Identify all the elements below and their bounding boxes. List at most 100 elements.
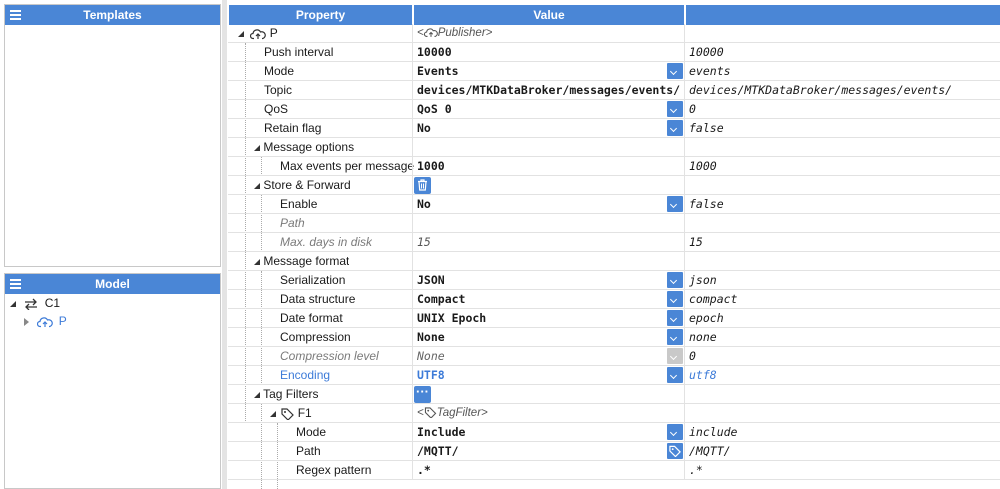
qos-select[interactable]: QoS 0 xyxy=(412,100,685,119)
grid-row-regex-pattern[interactable]: Regex pattern .* .* xyxy=(228,461,1000,480)
row-name: Mode xyxy=(296,425,327,439)
row-value xyxy=(412,385,685,404)
grid-row-store-forward[interactable]: Store & Forward xyxy=(228,176,1000,195)
chevron-down-icon[interactable] xyxy=(667,63,683,79)
enable-select[interactable]: No xyxy=(412,195,685,214)
date-format-select[interactable]: UNIX Epoch xyxy=(412,309,685,328)
grid-row-filter-mode[interactable]: Mode Include include xyxy=(228,423,1000,442)
collapse-icon[interactable] xyxy=(24,317,29,326)
chevron-down-icon[interactable] xyxy=(667,291,683,307)
row-name: Tag Filters xyxy=(254,385,318,404)
serialization-select[interactable]: JSON xyxy=(412,271,685,290)
row-name: Path xyxy=(296,444,321,458)
expand-icon[interactable] xyxy=(270,410,276,417)
grid-row-max-days[interactable]: Max. days in disk 15 15 xyxy=(228,233,1000,252)
expand-icon[interactable] xyxy=(254,144,260,151)
push-interval-input[interactable]: 10000 xyxy=(412,43,685,62)
chevron-down-icon[interactable] xyxy=(667,101,683,117)
chevron-down-icon[interactable] xyxy=(667,196,683,212)
row-raw: none xyxy=(689,330,717,344)
grid-row-mode[interactable]: Mode Events events xyxy=(228,62,1000,81)
row-name: Max. days in disk xyxy=(280,235,373,249)
max-events-input[interactable]: 1000 xyxy=(412,157,685,176)
grid-row-compression-level[interactable]: Compression level None 0 xyxy=(228,347,1000,366)
chevron-down-icon[interactable] xyxy=(667,367,683,383)
grid-row-push-interval[interactable]: Push interval 10000 10000 xyxy=(228,43,1000,62)
grid-row-enable[interactable]: Enable No false xyxy=(228,195,1000,214)
grid-row-serialization[interactable]: Serialization JSON json xyxy=(228,271,1000,290)
grid-row-qos[interactable]: QoS QoS 0 0 xyxy=(228,100,1000,119)
grid-row-message-options[interactable]: Message options xyxy=(228,138,1000,157)
grid-row-compression[interactable]: Compression None none xyxy=(228,328,1000,347)
filter-mode-select[interactable]: Include xyxy=(412,423,685,442)
menu-icon[interactable] xyxy=(10,10,21,20)
path-input[interactable] xyxy=(412,214,685,233)
grid-row-tag-filters[interactable]: Tag Filters ··· xyxy=(228,385,1000,404)
grid-row-encoding[interactable]: Encoding UTF8 utf8 xyxy=(228,366,1000,385)
templates-header: Templates xyxy=(5,5,220,25)
row-raw: 10000 xyxy=(689,45,724,59)
property-grid: P < Publisher> Push interval 10000 10000 … xyxy=(228,24,1000,489)
expand-icon[interactable] xyxy=(238,30,244,37)
row-name: Encoding xyxy=(280,368,331,382)
row-name: Mode xyxy=(264,64,295,78)
chevron-down-icon[interactable] xyxy=(667,120,683,136)
expand-icon[interactable] xyxy=(10,300,16,307)
col-header-raw[interactable] xyxy=(686,5,1000,25)
row-name: Compression xyxy=(280,330,351,344)
row-name: QoS xyxy=(264,102,289,116)
panel-splitter[interactable] xyxy=(222,0,227,489)
expand-icon[interactable] xyxy=(254,182,260,189)
expand-icon[interactable] xyxy=(254,391,260,398)
row-name: Compression level xyxy=(280,349,379,363)
row-value: < TagFilter> xyxy=(412,404,685,423)
mode-select[interactable]: Events xyxy=(412,62,685,81)
model-title: Model xyxy=(95,277,130,291)
row-name: Store & Forward xyxy=(254,176,351,195)
connection-arrows-icon xyxy=(25,298,38,311)
grid-row-root[interactable]: P < Publisher> xyxy=(228,24,1000,43)
row-name: Data structure xyxy=(280,292,356,306)
max-days-input[interactable]: 15 xyxy=(412,233,685,252)
retain-flag-select[interactable]: No xyxy=(412,119,685,138)
chevron-down-icon xyxy=(667,348,683,364)
row-raw: events xyxy=(689,64,731,78)
more-options-icon[interactable]: ··· xyxy=(414,385,431,403)
expand-icon[interactable] xyxy=(254,258,260,265)
row-raw: devices/MTKDataBroker/messages/events/ xyxy=(689,83,953,97)
row-raw: false xyxy=(689,121,724,135)
data-structure-select[interactable]: Compact xyxy=(412,290,685,309)
compression-select[interactable]: None xyxy=(412,328,685,347)
row-raw: 0 xyxy=(689,349,696,363)
grid-row-retain-flag[interactable]: Retain flag No false xyxy=(228,119,1000,138)
grid-row-filter-path[interactable]: Path /MQTT/ /MQTT/ xyxy=(228,442,1000,461)
tree-item-p[interactable]: P xyxy=(24,312,67,330)
chevron-down-icon[interactable] xyxy=(667,424,683,440)
tree-item-label: P xyxy=(58,314,67,328)
row-name: Path xyxy=(280,216,305,230)
filter-path-input[interactable]: /MQTT/ xyxy=(412,442,685,461)
grid-row-path[interactable]: Path xyxy=(228,214,1000,233)
row-name: P xyxy=(238,24,278,43)
grid-row-topic[interactable]: Topic devices/MTKDataBroker/messages/eve… xyxy=(228,81,1000,100)
chevron-down-icon[interactable] xyxy=(667,272,683,288)
col-header-value[interactable]: Value xyxy=(414,5,684,25)
row-name: Max events per message xyxy=(280,159,415,173)
encoding-select[interactable]: UTF8 xyxy=(412,366,685,385)
grid-row-message-format[interactable]: Message format xyxy=(228,252,1000,271)
grid-row-date-format[interactable]: Date format UNIX Epoch epoch xyxy=(228,309,1000,328)
chevron-down-icon[interactable] xyxy=(667,329,683,345)
col-header-property[interactable]: Property xyxy=(229,5,412,25)
tree-item-c1[interactable]: C1 xyxy=(10,294,60,312)
tag-picker-icon[interactable] xyxy=(667,443,683,459)
grid-row-data-structure[interactable]: Data structure Compact compact xyxy=(228,290,1000,309)
topic-input[interactable]: devices/MTKDataBroker/messages/events/ xyxy=(412,81,685,100)
row-raw: epoch xyxy=(689,311,724,325)
row-value xyxy=(412,176,685,195)
menu-icon[interactable] xyxy=(10,279,21,289)
trash-icon[interactable] xyxy=(414,177,431,194)
grid-row-max-events[interactable]: Max events per message 1000 1000 xyxy=(228,157,1000,176)
chevron-down-icon[interactable] xyxy=(667,310,683,326)
regex-pattern-input[interactable]: .* xyxy=(412,461,685,480)
grid-row-f1[interactable]: F1 < TagFilter> xyxy=(228,404,1000,423)
